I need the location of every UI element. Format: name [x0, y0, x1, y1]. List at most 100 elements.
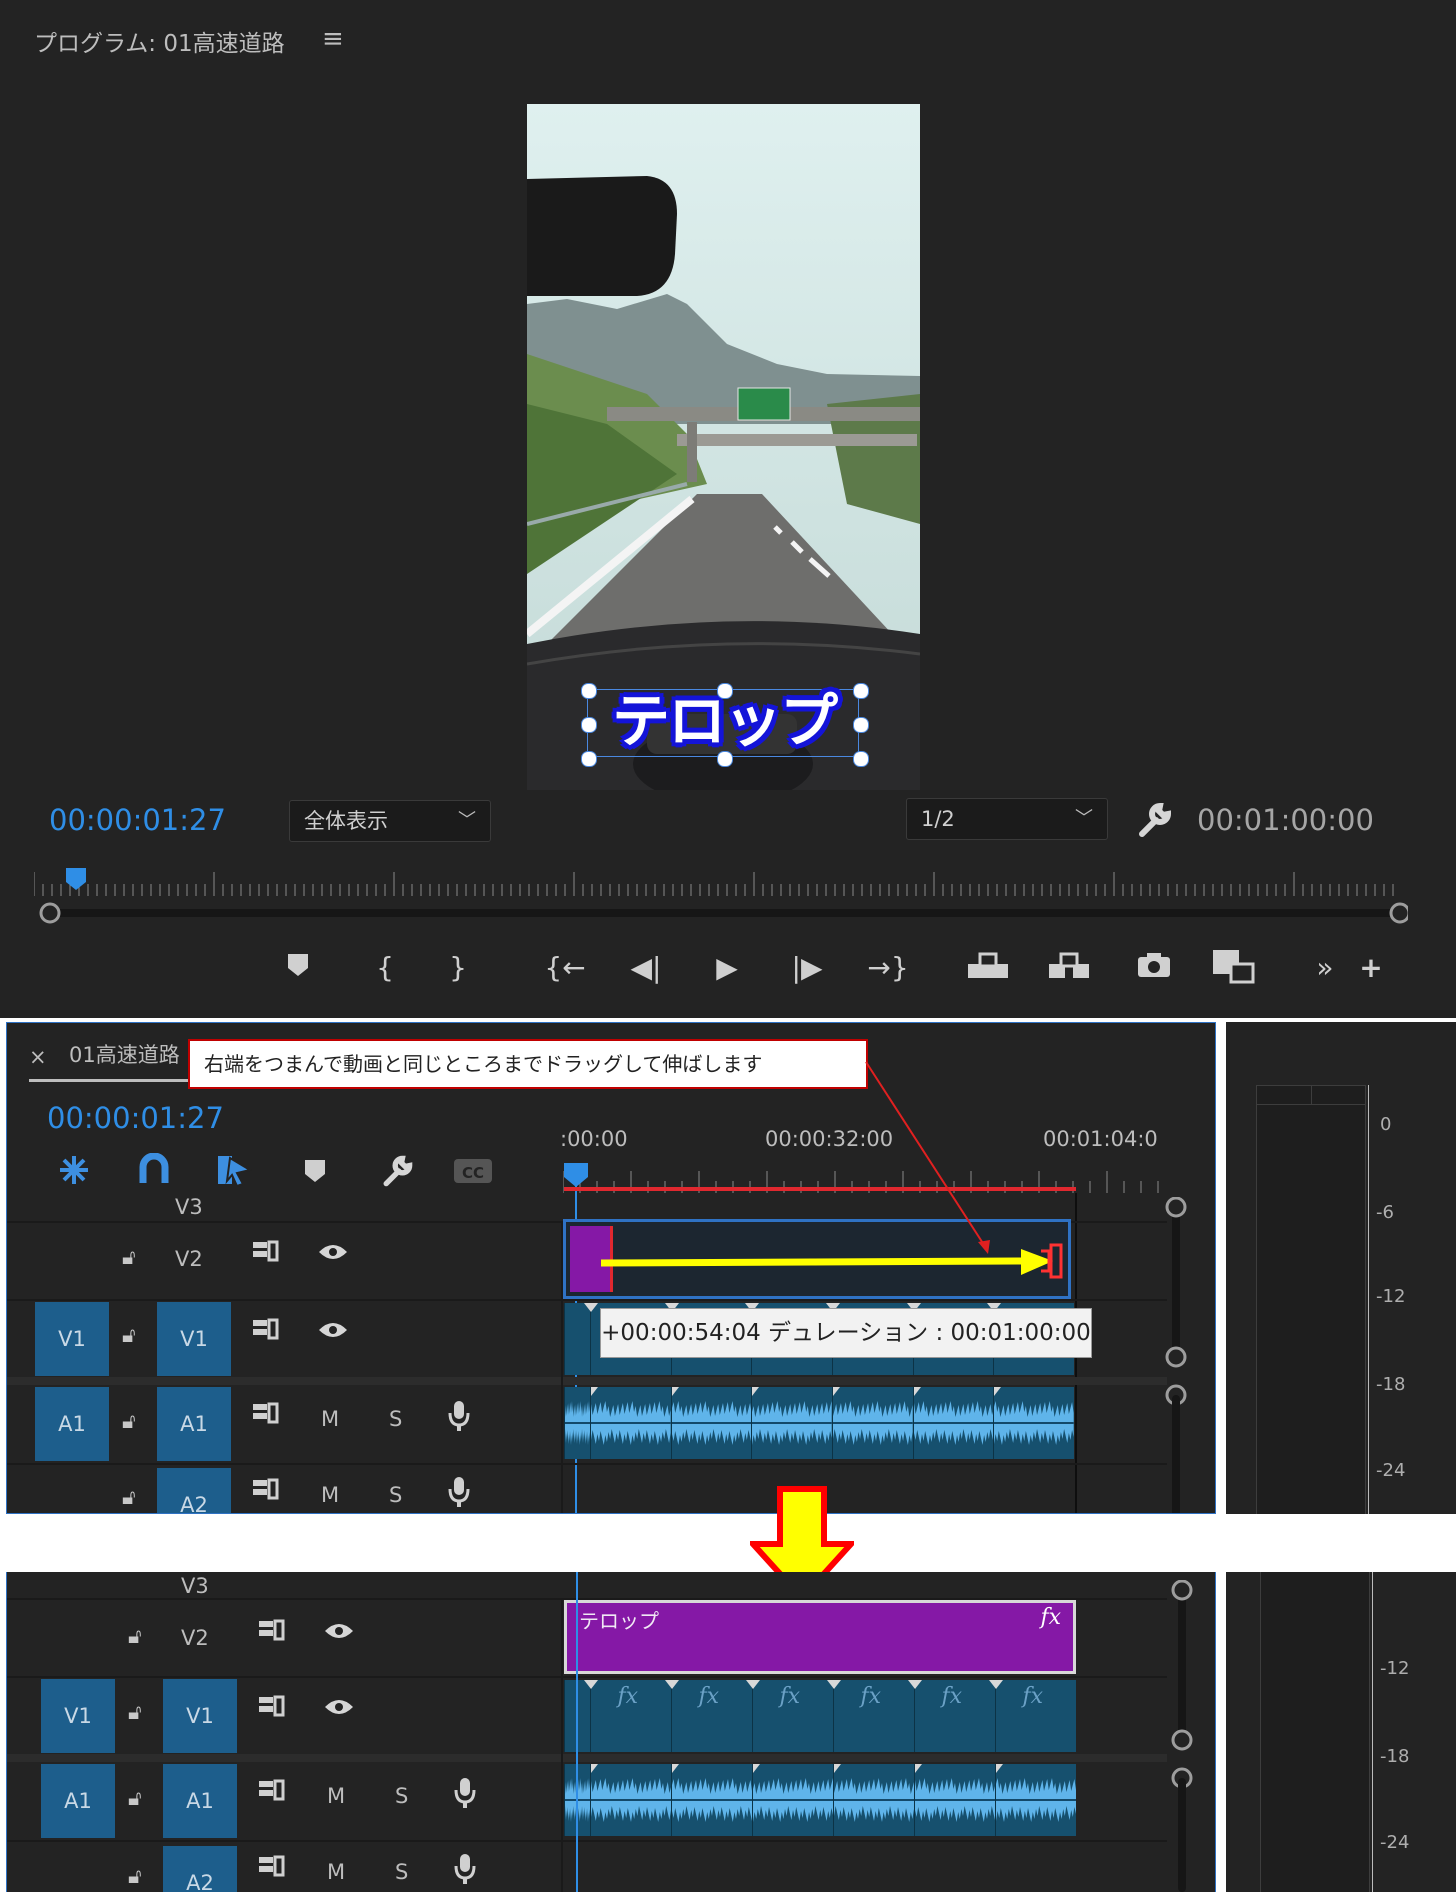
- resize-handle[interactable]: [853, 717, 869, 733]
- audio-clip[interactable]: [751, 1387, 832, 1459]
- linked-selection-icon[interactable]: [215, 1153, 253, 1188]
- snap-icon[interactable]: [137, 1152, 171, 1187]
- video-clip[interactable]: fx: [908, 1680, 995, 1752]
- eye-icon[interactable]: [323, 1696, 355, 1718]
- nest-toggle-icon[interactable]: [57, 1153, 91, 1187]
- hamburger-menu-icon[interactable]: ≡: [322, 24, 344, 54]
- eye-icon[interactable]: [323, 1620, 355, 1642]
- sequence-tab[interactable]: 01高速道路: [69, 1039, 180, 1069]
- lock-icon[interactable]: 🔓︎: [122, 1485, 136, 1510]
- solo-button[interactable]: S: [395, 1860, 408, 1884]
- mark-in-icon[interactable]: {: [365, 948, 405, 988]
- track-a1-button[interactable]: A1: [163, 1764, 237, 1838]
- sync-lock-icon[interactable]: [257, 1694, 287, 1720]
- video-clip[interactable]: [564, 1303, 590, 1375]
- track-a2-button[interactable]: A2: [163, 1846, 237, 1892]
- marker-icon[interactable]: [278, 950, 318, 991]
- resize-handle[interactable]: [717, 683, 733, 699]
- mute-button[interactable]: M: [321, 1407, 339, 1431]
- step-back-icon[interactable]: ◀|: [624, 948, 668, 988]
- video-preview[interactable]: テロップ: [527, 104, 920, 790]
- zoom-scrollbar[interactable]: [36, 900, 1411, 926]
- audio-clip[interactable]: [564, 1387, 590, 1459]
- source-v1-button[interactable]: V1: [41, 1679, 115, 1753]
- playhead-marker[interactable]: [64, 866, 88, 892]
- lift-icon[interactable]: [965, 950, 1011, 993]
- playhead-timecode[interactable]: 00:00:01:27: [49, 803, 226, 837]
- add-marker-icon[interactable]: [301, 1157, 329, 1185]
- resize-handle[interactable]: [853, 751, 869, 767]
- sync-lock-icon[interactable]: [257, 1854, 287, 1880]
- audio-clip[interactable]: [995, 1764, 1076, 1836]
- eye-icon[interactable]: [317, 1319, 349, 1341]
- audio-clip[interactable]: [671, 1764, 752, 1836]
- source-a1-button[interactable]: A1: [35, 1387, 109, 1461]
- track-a1-button[interactable]: A1: [157, 1387, 231, 1461]
- step-forward-icon[interactable]: |▶: [785, 948, 829, 988]
- audio-clip[interactable]: [590, 1764, 671, 1836]
- microphone-icon[interactable]: [447, 1399, 471, 1433]
- captions-icon[interactable]: CC: [453, 1157, 493, 1185]
- sync-lock-icon[interactable]: [251, 1317, 281, 1343]
- program-time-ruler[interactable]: [33, 870, 1406, 898]
- audio-clip[interactable]: [670, 1387, 752, 1459]
- button-editor-icon[interactable]: [1210, 948, 1258, 995]
- a1-clips[interactable]: [564, 1387, 1074, 1459]
- audio-clip[interactable]: [590, 1387, 671, 1459]
- lock-icon[interactable]: 🔓︎: [122, 1245, 136, 1270]
- resolution-dropdown[interactable]: 1/2 ﹀: [906, 798, 1108, 840]
- lock-icon[interactable]: 🔓︎: [122, 1409, 136, 1434]
- resize-handle[interactable]: [853, 683, 869, 699]
- resize-handle[interactable]: [581, 683, 597, 699]
- sync-lock-icon[interactable]: [251, 1477, 281, 1503]
- go-to-out-icon[interactable]: →}: [864, 948, 912, 988]
- camera-icon[interactable]: [1132, 950, 1176, 991]
- timeline-settings-wrench-icon[interactable]: [379, 1153, 415, 1189]
- audio-clip[interactable]: [914, 1764, 995, 1836]
- solo-button[interactable]: S: [395, 1784, 408, 1808]
- video-clip[interactable]: fx: [746, 1680, 833, 1752]
- play-icon[interactable]: ▶: [705, 948, 749, 988]
- video-clip[interactable]: fx: [827, 1680, 914, 1752]
- lock-icon[interactable]: 🔓︎: [128, 1700, 142, 1725]
- eye-icon[interactable]: [317, 1241, 349, 1263]
- vertical-scrollbar[interactable]: [1169, 1579, 1195, 1892]
- audio-clip[interactable]: [993, 1387, 1074, 1459]
- go-to-in-icon[interactable]: {←: [543, 948, 587, 988]
- video-clip[interactable]: fx: [584, 1680, 671, 1752]
- solo-button[interactable]: S: [389, 1407, 402, 1431]
- timeline-timecode[interactable]: 00:00:01:27: [47, 1101, 224, 1135]
- lock-icon[interactable]: 🔓︎: [128, 1864, 142, 1889]
- lock-icon[interactable]: 🔓︎: [122, 1323, 136, 1348]
- telop-text-box[interactable]: テロップ: [581, 683, 869, 767]
- solo-button[interactable]: S: [389, 1483, 402, 1507]
- vertical-scrollbar[interactable]: [1163, 1196, 1189, 1513]
- microphone-icon[interactable]: [453, 1776, 477, 1810]
- sync-lock-icon[interactable]: [251, 1401, 281, 1427]
- lock-icon[interactable]: 🔓︎: [128, 1624, 142, 1649]
- lock-icon[interactable]: 🔓︎: [128, 1786, 142, 1811]
- zoom-dropdown[interactable]: 全体表示 ﹀: [289, 800, 491, 842]
- more-icon[interactable]: »: [1305, 948, 1345, 988]
- v1-clips[interactable]: fx fx fx fx fx fx: [564, 1680, 1076, 1752]
- extract-icon[interactable]: [1046, 950, 1092, 993]
- audio-clip[interactable]: [912, 1387, 994, 1459]
- sync-lock-icon[interactable]: [257, 1618, 287, 1644]
- a1-clips[interactable]: [564, 1764, 1076, 1836]
- wrench-icon[interactable]: [1134, 800, 1174, 840]
- video-clip[interactable]: fx: [665, 1680, 752, 1752]
- resize-handle[interactable]: [581, 751, 597, 767]
- sync-lock-icon[interactable]: [257, 1778, 287, 1804]
- video-clip[interactable]: fx: [989, 1680, 1076, 1752]
- microphone-icon[interactable]: [447, 1475, 471, 1509]
- track-v1-button[interactable]: V1: [157, 1302, 231, 1376]
- resize-handle[interactable]: [581, 717, 597, 733]
- audio-clip[interactable]: [832, 1387, 913, 1459]
- mute-button[interactable]: M: [321, 1483, 339, 1507]
- mark-out-icon[interactable]: }: [438, 948, 478, 988]
- close-icon[interactable]: ×: [29, 1045, 47, 1069]
- audio-clip[interactable]: [833, 1764, 914, 1836]
- mute-button[interactable]: M: [327, 1860, 345, 1884]
- sync-lock-icon[interactable]: [251, 1239, 281, 1265]
- add-icon[interactable]: +: [1351, 948, 1391, 988]
